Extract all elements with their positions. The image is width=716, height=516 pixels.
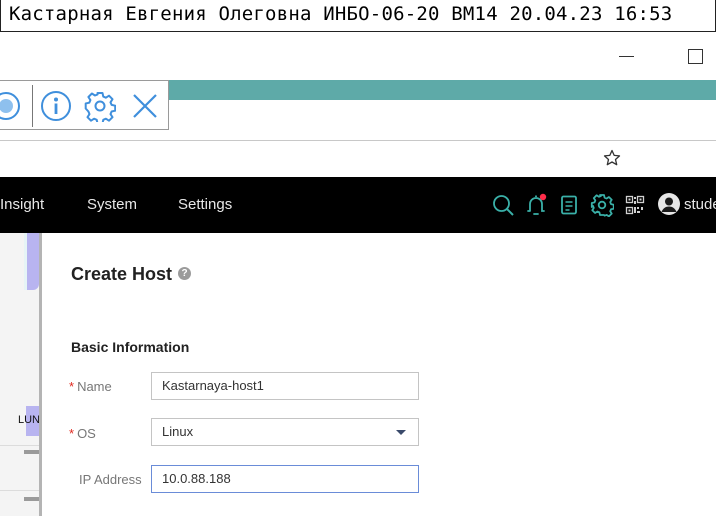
document-icon[interactable]	[557, 193, 581, 217]
panel-splitter[interactable]	[39, 233, 42, 516]
qr-code-icon[interactable]	[625, 195, 645, 215]
name-input-value: Kastarnaya-host1	[162, 378, 264, 393]
info-icon[interactable]	[40, 90, 72, 122]
name-label: * Name	[69, 379, 112, 394]
avatar-icon[interactable]	[658, 193, 680, 215]
page-title: Create Host	[71, 264, 173, 284]
left-panel-marker	[24, 497, 39, 501]
floating-toolbar	[0, 80, 169, 130]
caption-text: Кастарная Евгения Олеговна ИНБО-06-20 ВМ…	[9, 3, 673, 25]
toolbar-separator	[32, 85, 33, 127]
help-icon[interactable]: ?	[178, 267, 191, 280]
nav-item-settings[interactable]: Settings	[178, 196, 232, 213]
os-label: * OS	[69, 426, 96, 441]
minimize-icon[interactable]	[619, 56, 634, 57]
name-label-text: Name	[77, 379, 112, 394]
section-title: Basic Information	[71, 339, 190, 355]
settings-gear-icon[interactable]	[590, 193, 614, 217]
bell-icon[interactable]	[524, 193, 548, 217]
ip-address-input-value: 10.0.88.188	[162, 471, 231, 486]
user-name[interactable]: stude	[684, 196, 716, 213]
search-icon[interactable]	[491, 193, 515, 217]
left-panel-divider	[0, 445, 39, 446]
maximize-icon[interactable]	[688, 49, 703, 64]
screen: Кастарная Евгения Олеговна ИНБО-06-20 ВМ…	[0, 0, 716, 516]
address-bar-divider	[0, 140, 716, 141]
required-marker: *	[69, 379, 75, 394]
star-icon[interactable]	[603, 149, 621, 167]
nav-item-system[interactable]: System	[87, 196, 137, 213]
ip-address-label: IP Address	[79, 472, 142, 487]
nav-item-insight[interactable]: Insight	[0, 196, 44, 213]
close-icon[interactable]	[129, 90, 161, 122]
os-label-text: OS	[77, 426, 96, 441]
caption-bar: Кастарная Евгения Олеговна ИНБО-06-20 ВМ…	[0, 0, 716, 32]
record-icon[interactable]	[0, 92, 20, 120]
gear-icon[interactable]	[84, 90, 116, 122]
window-controls	[0, 32, 716, 80]
browser-accent-band	[168, 80, 716, 100]
os-select[interactable]: Linux	[151, 418, 419, 446]
left-panel-divider	[0, 490, 39, 491]
lun-label[interactable]: LUN	[18, 414, 40, 426]
left-panel-marker	[24, 450, 39, 454]
ip-address-input[interactable]: 10.0.88.188	[151, 465, 419, 493]
ip-address-label-text: IP Address	[79, 472, 142, 487]
left-panel-highlight	[24, 233, 39, 290]
required-marker: *	[69, 426, 75, 441]
os-select-value: Linux	[162, 424, 194, 439]
chevron-down-icon[interactable]	[396, 430, 406, 435]
top-navigation-bar: Insight System Settings stud	[0, 177, 716, 233]
name-input[interactable]: Kastarnaya-host1	[151, 372, 419, 400]
